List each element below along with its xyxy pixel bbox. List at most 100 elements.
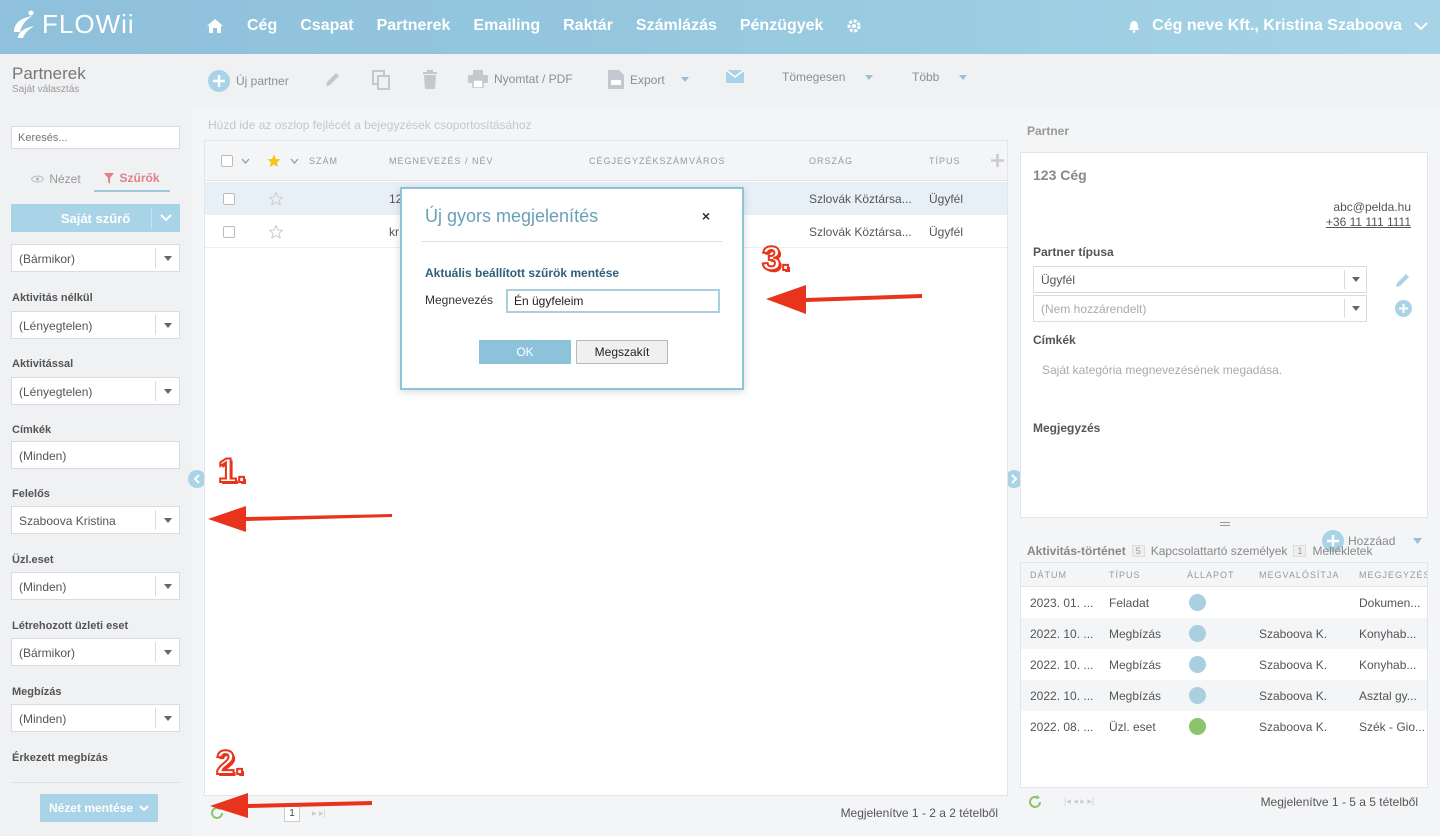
row-checkbox[interactable]	[223, 226, 235, 238]
caret-down-icon[interactable]	[155, 315, 179, 335]
caret-down-icon[interactable]	[1413, 538, 1423, 544]
tab-activity-history[interactable]: Aktivitás-történet	[1027, 544, 1126, 558]
activity-owner: Szaboova K.	[1259, 658, 1328, 672]
more-menu[interactable]: Több	[912, 70, 968, 84]
flowii-logo-icon	[14, 10, 34, 38]
column-header-owner[interactable]: Megvalósítja	[1259, 570, 1339, 580]
select-all-checkbox[interactable]	[221, 155, 233, 167]
caret-down-icon[interactable]	[241, 158, 250, 164]
column-header-type[interactable]: Típus	[929, 156, 961, 166]
activity-row[interactable]: 2023. 01. ... Feladat Dokumen...	[1021, 587, 1427, 618]
date-filter-select[interactable]: (Bármikor)	[11, 244, 180, 272]
caret-down-icon[interactable]	[155, 576, 179, 596]
column-header-status[interactable]: Állapot	[1187, 570, 1235, 580]
view-name-input[interactable]	[506, 289, 720, 313]
row-checkbox[interactable]	[223, 193, 235, 205]
pager-icons[interactable]: |◂ ◂ ▸ ▸|	[1064, 796, 1094, 807]
partner-email[interactable]: abc@pelda.hu	[1333, 200, 1411, 214]
group-by-hint: Húzd ide az oszlop fejlécét a bejegyzése…	[208, 118, 532, 132]
user-menu[interactable]: Cég neve Kft., Kristina Szaboova	[1128, 17, 1428, 35]
nav-item-team[interactable]: Csapat	[300, 17, 353, 35]
home-icon[interactable]	[206, 17, 224, 35]
column-header-name[interactable]: Megnevezés / Név	[389, 156, 494, 166]
caret-down-icon[interactable]	[155, 381, 179, 401]
panel-splitter[interactable]	[1220, 522, 1230, 526]
caret-down-icon[interactable]	[1344, 299, 1366, 318]
star-filled-icon[interactable]	[267, 154, 281, 168]
column-header-type[interactable]: Típus	[1109, 570, 1141, 580]
caret-down-icon[interactable]	[155, 248, 179, 268]
delete-button[interactable]	[422, 70, 438, 89]
ok-button[interactable]: OK	[479, 340, 571, 364]
filter-select-created-deal[interactable]: (Bármikor)	[11, 638, 180, 666]
column-header-city[interactable]: Város	[689, 156, 726, 166]
activity-type: Megbízás	[1109, 658, 1162, 672]
partner-subtype-select[interactable]: (Nem hozzárendelt)	[1033, 295, 1367, 322]
activity-row[interactable]: 2022. 10. ... Megbízás Szaboova K. Konyh…	[1021, 649, 1427, 680]
person-icon	[1189, 594, 1206, 611]
caret-down-icon[interactable]	[1344, 270, 1366, 289]
caret-down-icon[interactable]	[155, 642, 179, 662]
star-outline-icon[interactable]	[269, 192, 283, 206]
bell-icon[interactable]	[1128, 20, 1140, 33]
select-value: (Nem hozzárendelt)	[1041, 302, 1147, 316]
copy-icon	[372, 70, 390, 90]
print-button[interactable]: Nyomtat / PDF	[468, 70, 573, 88]
save-view-button[interactable]: Nézet mentése	[40, 794, 158, 822]
close-icon[interactable]: ×	[702, 208, 710, 224]
column-header-note[interactable]: Megjegyzés	[1359, 570, 1427, 580]
filter-select-with-activity[interactable]: (Lényegtelen)	[11, 377, 180, 405]
bulk-menu[interactable]: Tömegesen	[782, 70, 874, 84]
cancel-button[interactable]: Megszakít	[576, 340, 668, 364]
new-partner-button[interactable]: Új partner	[208, 70, 289, 92]
gear-icon[interactable]	[846, 17, 864, 35]
tab-filters[interactable]: Szűrők	[94, 166, 170, 192]
add-column-icon[interactable]	[991, 154, 1004, 167]
chevron-down-icon[interactable]	[160, 211, 172, 225]
filter-select-deal[interactable]: (Minden)	[11, 572, 180, 600]
caret-down-icon[interactable]	[155, 510, 179, 530]
nav-item-company[interactable]: Cég	[247, 17, 277, 35]
email-button[interactable]	[726, 70, 744, 83]
tab-view[interactable]: Nézet	[18, 166, 94, 192]
eye-icon	[31, 175, 45, 183]
column-header-date[interactable]: Dátum	[1030, 570, 1067, 580]
refresh-icon[interactable]	[1028, 795, 1042, 809]
filter-input-tags[interactable]: (Minden)	[11, 441, 180, 469]
activity-row[interactable]: 2022. 10. ... Megbízás Szaboova K. Aszta…	[1021, 680, 1427, 711]
partner-phone[interactable]: +36 11 111 1111	[1326, 215, 1411, 229]
nav-item-invoicing[interactable]: Számlázás	[636, 17, 717, 35]
filter-select-responsible[interactable]: Szaboova Kristina	[11, 506, 180, 534]
pencil-icon[interactable]	[1395, 272, 1411, 288]
plus-circle-icon[interactable]	[1395, 300, 1412, 317]
copy-button[interactable]	[372, 70, 390, 90]
own-filter-button[interactable]: Saját szűrő	[11, 204, 180, 232]
column-header-registration[interactable]: Cégjegyzékszám	[589, 156, 689, 166]
activity-grid: Dátum Típus Állapot Megvalósítja Megjegy…	[1020, 562, 1428, 788]
select-value: (Lényegtelen)	[19, 319, 93, 333]
activity-row[interactable]: 2022. 10. ... Megbízás Szaboova K. Konyh…	[1021, 618, 1427, 649]
column-header-number[interactable]: Szám	[309, 156, 338, 166]
star-outline-icon[interactable]	[269, 225, 283, 239]
filter-select-no-activity[interactable]: (Lényegtelen)	[11, 311, 180, 339]
nav-item-finance[interactable]: Pénzügyek	[740, 17, 824, 35]
caret-down-icon[interactable]	[290, 158, 299, 164]
activity-row[interactable]: 2022. 08. ... Üzl. eset Szaboova K. Szék…	[1021, 711, 1427, 742]
column-header-country[interactable]: Ország	[809, 156, 853, 166]
tags-input[interactable]: Saját kategória megnevezésének megadása.	[1042, 363, 1282, 377]
annotation-arrow-3	[766, 285, 922, 314]
search-input[interactable]	[11, 126, 180, 149]
partner-type-select[interactable]: Ügyfél	[1033, 266, 1367, 293]
edit-button[interactable]	[324, 70, 342, 88]
export-button[interactable]: Export	[608, 70, 689, 89]
tab-attachments[interactable]: Mellékletek	[1312, 544, 1372, 558]
nav-item-warehouse[interactable]: Raktár	[563, 17, 613, 35]
nav-item-emailing[interactable]: Emailing	[473, 17, 540, 35]
filter-select-order[interactable]: (Minden)	[11, 704, 180, 732]
filter-label-created-deal: Létrehozott üzleti eset	[12, 620, 129, 632]
logo[interactable]: FLOWii	[12, 9, 135, 40]
activity-owner: Szaboova K.	[1259, 627, 1328, 641]
nav-item-partners[interactable]: Partnerek	[377, 17, 451, 35]
tab-contacts[interactable]: Kapcsolattartó személyek	[1151, 544, 1288, 558]
caret-down-icon[interactable]	[155, 708, 179, 728]
